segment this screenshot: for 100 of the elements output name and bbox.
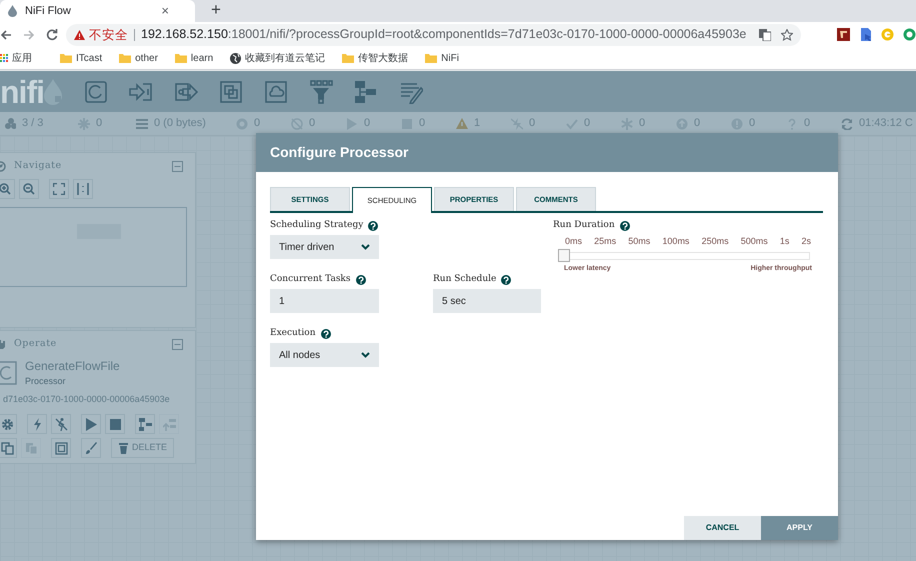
disabled-icon — [511, 118, 523, 130]
upload-icon — [162, 418, 176, 430]
new-tab-button[interactable]: + — [211, 1, 221, 18]
panel-title: Navigate — [14, 158, 62, 173]
component-type: Processor — [25, 375, 67, 388]
help-icon[interactable] — [501, 275, 512, 285]
star-icon[interactable] — [781, 28, 793, 40]
folder-icon — [174, 53, 187, 63]
play-icon — [84, 418, 98, 430]
brush-button[interactable] — [81, 438, 101, 458]
extension-icon[interactable] — [837, 28, 850, 41]
up-arrow-icon — [676, 118, 688, 130]
refresh-icon[interactable] — [841, 118, 853, 130]
url-text: 192.168.52.150:18001/nifi/?processGroupId=root&componentIds=7d71e03c-0170-1000-0000-00006a45903e — [141, 26, 746, 44]
dialog-title: Configure Processor — [270, 143, 408, 162]
bookmark[interactable]: learn — [174, 50, 214, 66]
warning-icon — [456, 118, 468, 130]
extension-icon[interactable] — [859, 28, 872, 41]
field-label: Run Duration — [553, 219, 615, 232]
bookmark[interactable]: 应用 — [0, 50, 32, 66]
fit-button[interactable] — [49, 179, 69, 199]
crossed-figure-icon — [54, 418, 68, 430]
help-icon — [786, 118, 798, 130]
tick-label: 50ms — [628, 235, 650, 248]
globe-icon — [230, 52, 242, 64]
stop-icon — [108, 418, 122, 430]
bookmark[interactable]: 传智大数据 — [342, 50, 408, 66]
group-button[interactable] — [51, 438, 71, 458]
bookmark[interactable]: 收藏到有道云笔记 — [230, 50, 326, 66]
gear-button[interactable] — [0, 414, 17, 434]
bookmark[interactable]: NiFi — [425, 50, 459, 66]
back-icon[interactable] — [0, 28, 12, 40]
queue-icon — [136, 118, 148, 130]
field-label: Execution — [270, 327, 316, 340]
folder-icon — [425, 53, 438, 63]
fit-icon — [53, 183, 65, 195]
tick-label: 100ms — [662, 235, 690, 248]
actual-size-button[interactable] — [73, 179, 93, 199]
processor-icon[interactable] — [84, 80, 108, 104]
brush-icon — [84, 442, 98, 454]
funnel-icon[interactable] — [308, 80, 333, 104]
tick-label: 250ms — [702, 235, 729, 248]
drop-icon — [8, 5, 17, 17]
logo-text: nifi — [0, 76, 44, 108]
select-field[interactable]: All nodes — [270, 343, 379, 367]
zoom-out-button[interactable] — [19, 179, 39, 199]
template-icon[interactable] — [354, 80, 378, 104]
zoom-in-icon — [0, 183, 11, 195]
hierarchy-button[interactable] — [135, 414, 155, 434]
copy-icon — [0, 442, 14, 454]
select-field[interactable]: Timer driven — [270, 235, 379, 259]
address-bar[interactable]: 不安全 192.168.52.150:18001/nifi/?processGroupId=root&componentIds=7d71e03c-0170-1000-0000-00006a45903e — [66, 24, 801, 46]
bookmark[interactable]: other — [119, 50, 158, 66]
help-icon[interactable] — [620, 221, 630, 231]
panel-title: Operate — [14, 336, 57, 351]
cancel-button[interactable]: CANCEL — [684, 516, 761, 540]
collapse-icon[interactable] — [172, 160, 183, 172]
forward-icon[interactable] — [23, 28, 35, 40]
folder-icon — [60, 53, 72, 63]
input-field[interactable]: 5 sec — [433, 289, 541, 313]
bookmark[interactable]: ITcast — [60, 50, 102, 66]
help-icon[interactable] — [320, 329, 331, 339]
security-label[interactable]: 不安全 — [89, 28, 135, 40]
reload-icon[interactable] — [46, 28, 58, 40]
crossed-figure-button[interactable] — [51, 414, 71, 434]
close-tab-button[interactable]: × — [161, 1, 169, 21]
help-icon[interactable] — [356, 275, 366, 285]
component-name: GenerateFlowFile — [25, 358, 120, 375]
not-transmitting-icon — [291, 118, 303, 130]
remote-group-icon[interactable] — [264, 80, 288, 104]
stop-button[interactable] — [105, 414, 125, 434]
zoom-in-button[interactable] — [0, 179, 15, 199]
field-label: Scheduling Strategy — [270, 219, 364, 232]
process-group-icon[interactable] — [218, 80, 243, 104]
collapse-icon[interactable] — [172, 338, 183, 350]
play-icon — [346, 118, 358, 130]
processor-icon — [0, 360, 17, 385]
bolt-button[interactable] — [27, 414, 47, 434]
slider-track[interactable] — [560, 252, 810, 260]
group-icon — [54, 442, 68, 454]
slider-thumb[interactable] — [558, 248, 570, 262]
input-field[interactable]: 1 — [270, 289, 379, 313]
field-label: Run Schedule — [433, 273, 496, 286]
chevron-down-icon — [361, 244, 370, 250]
play-button[interactable] — [81, 414, 101, 434]
folder-icon — [119, 53, 132, 63]
extension-icon[interactable] — [903, 28, 916, 41]
browser-tab[interactable]: NiFi Flow × — [0, 0, 195, 22]
copy-button[interactable] — [0, 438, 17, 458]
zoom-out-icon — [23, 183, 35, 195]
exclamation-icon — [731, 118, 743, 130]
help-icon[interactable] — [368, 221, 378, 231]
transmitting-icon — [236, 118, 248, 130]
tick-label: 1s — [780, 235, 790, 248]
folder-icon — [342, 53, 354, 63]
check-icon — [566, 118, 578, 130]
hierarchy-icon — [138, 418, 152, 430]
field-label: Concurrent Tasks — [270, 273, 351, 286]
chevron-down-icon — [361, 352, 370, 358]
stop-icon — [401, 118, 413, 130]
